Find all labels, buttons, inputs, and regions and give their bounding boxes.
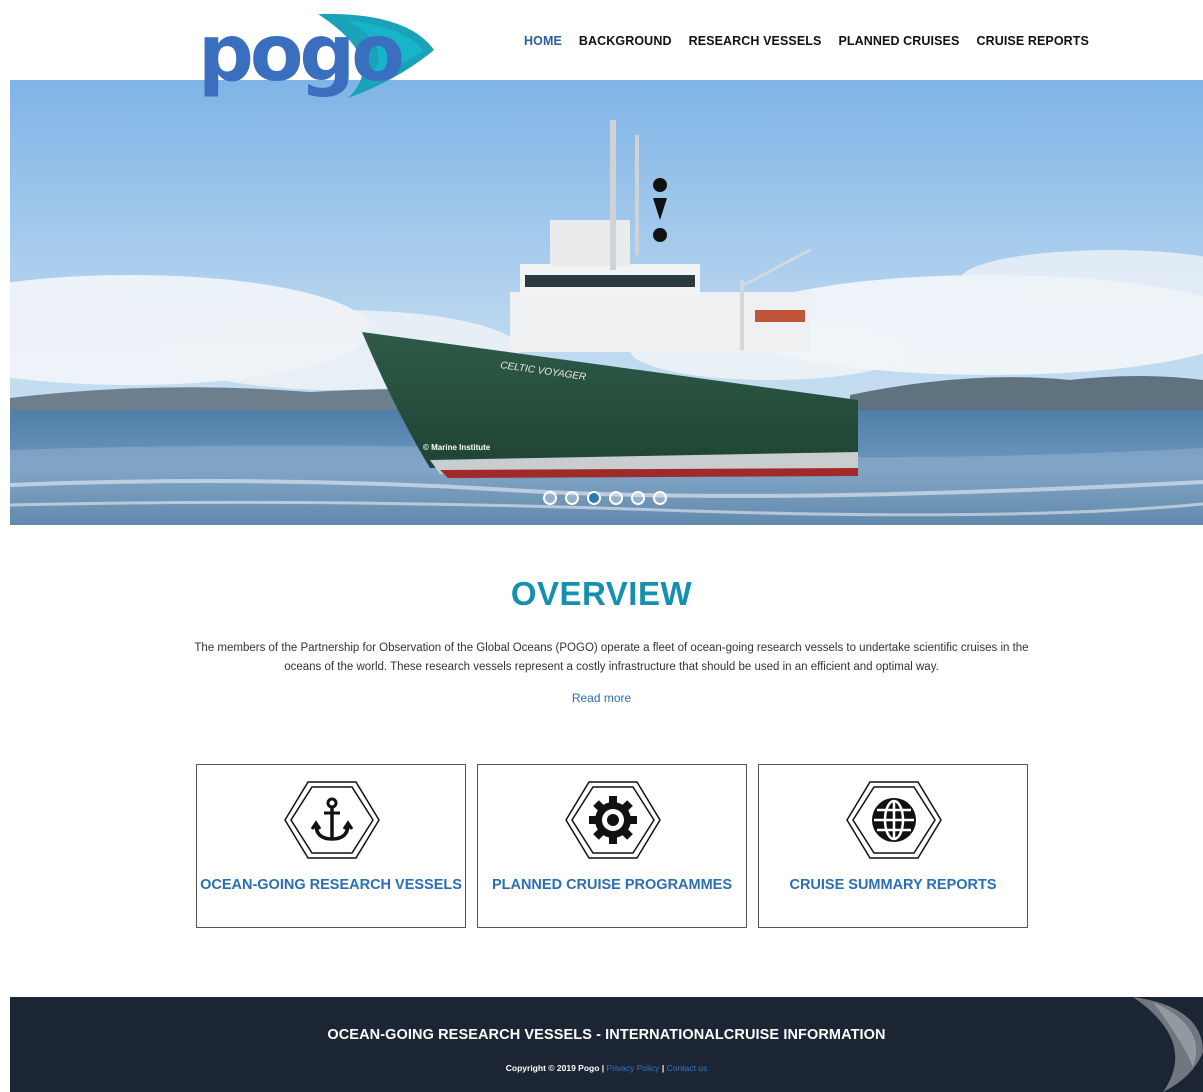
hero-image: CELTIC VOYAGER (10, 80, 1203, 525)
site-header: HOME BACKGROUND RESEARCH VESSELS PLANNED… (0, 0, 1203, 80)
slide-dot-1[interactable] (543, 491, 557, 505)
main-nav: HOME BACKGROUND RESEARCH VESSELS PLANNED… (524, 34, 1106, 48)
globe-icon (846, 781, 942, 859)
footer-swoosh-logo (1133, 997, 1203, 1092)
card-research-vessels[interactable]: OCEAN-GOING RESEARCH VESSELS (196, 764, 466, 928)
gear-icon (565, 781, 661, 859)
slide-dot-4[interactable] (609, 491, 623, 505)
nav-research-vessels[interactable]: RESEARCH VESSELS (689, 34, 822, 48)
overview-title: OVERVIEW (510, 575, 693, 612)
photo-credit: © Marine Institute (423, 443, 491, 452)
read-more-wrap: Read more (0, 691, 1203, 705)
privacy-policy-link[interactable]: Privacy Policy (607, 1063, 660, 1073)
nav-planned-cruises[interactable]: PLANNED CRUISES (838, 34, 959, 48)
card-cruise-reports[interactable]: CRUISE SUMMARY REPORTS (758, 764, 1028, 928)
card-label: OCEAN-GOING RESEARCH VESSELS (200, 877, 462, 893)
slide-dot-6[interactable] (653, 491, 667, 505)
slider-pagination (543, 491, 667, 505)
nav-home[interactable]: HOME (524, 34, 562, 48)
svg-text:pogo: pogo (198, 10, 402, 99)
footer-copyright: Copyright © 2019 Pogo | Privacy Policy |… (10, 1063, 1203, 1073)
slide-dot-3[interactable] (587, 491, 601, 505)
nav-background[interactable]: BACKGROUND (579, 34, 672, 48)
pogo-logo[interactable]: pogo (198, 10, 438, 105)
overview-text: The members of the Partnership for Obser… (194, 642, 1029, 673)
site-footer: OCEAN-GOING RESEARCH VESSELS - INTERNATI… (10, 997, 1203, 1092)
nav-cruise-reports[interactable]: CRUISE REPORTS (976, 34, 1089, 48)
card-label: CRUISE SUMMARY REPORTS (789, 877, 997, 893)
contact-us-link[interactable]: Contact us (667, 1063, 708, 1073)
footer-title: OCEAN-GOING RESEARCH VESSELS - INTERNATI… (327, 1027, 886, 1043)
slide-dot-2[interactable] (565, 491, 579, 505)
card-label: PLANNED CRUISE PROGRAMMES (491, 877, 733, 893)
hero-slider: CELTIC VOYAGER © Marine Institute (10, 80, 1203, 525)
anchor-icon (284, 781, 380, 859)
card-planned-cruises[interactable]: PLANNED CRUISE PROGRAMMES (477, 764, 747, 928)
footer-separator: | (661, 1063, 665, 1073)
slide-dot-5[interactable] (631, 491, 645, 505)
copyright-text: Copyright © 2019 Pogo | (505, 1063, 605, 1073)
read-more-link[interactable]: Read more (572, 691, 631, 705)
